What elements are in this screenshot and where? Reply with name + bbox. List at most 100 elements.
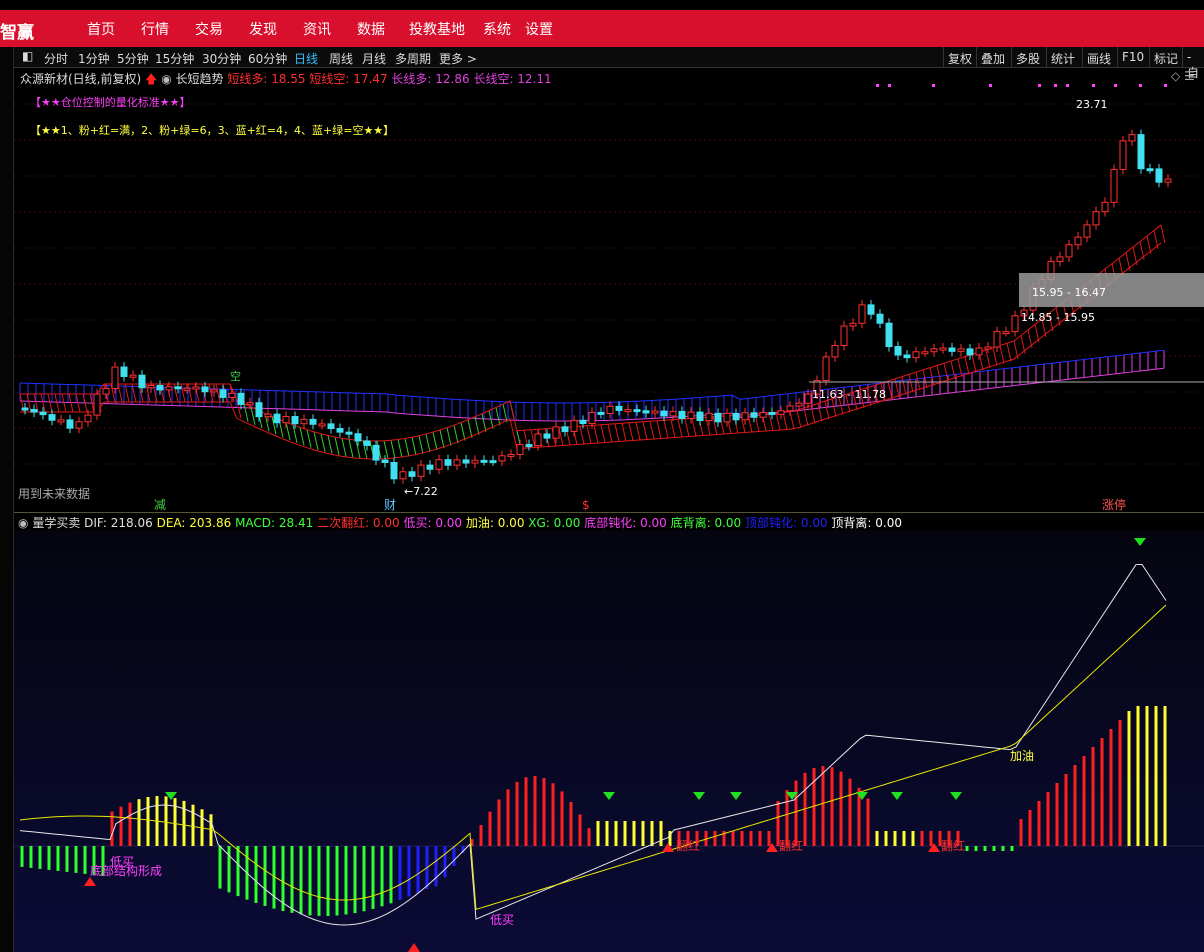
candle-body [696,411,704,422]
sub-legend-item: 低买: 0.00 [399,516,463,530]
candle-body [687,411,695,419]
short-band-bar [187,383,193,403]
candle-body [831,345,839,358]
menu-education[interactable]: 投教基地 [409,19,465,39]
candle-body [1128,134,1136,142]
signal-dot [932,84,935,87]
sell-signal-icon [693,792,705,800]
price-high-label: 23.71 [1076,98,1108,111]
candle-body [741,412,749,421]
signal-dot [1092,84,1095,87]
candle-body [948,347,956,352]
btn-f10[interactable]: F10 [1117,47,1148,68]
period-daily[interactable]: 日线 [294,50,318,67]
short-band-bar [789,411,795,430]
candle-body [786,405,794,412]
menu-discover[interactable]: 发现 [249,19,277,39]
candle-body [966,348,974,356]
menu-market[interactable]: 行情 [141,19,169,39]
period-1min[interactable]: 1分钟 [78,50,110,67]
sub-legend-item: 顶背离: 0.00 [827,516,903,530]
short-band-bar [299,427,305,446]
menu-system[interactable]: 系统 [483,19,511,39]
candle-body [246,402,254,406]
candle-body [912,351,920,359]
panel-toggle-icon[interactable]: ◧ [22,49,33,63]
period-multi[interactable]: 多周期 [395,50,431,67]
period-intraday[interactable]: 分时 [44,50,68,67]
candle-body [480,459,488,463]
candle-body [318,423,326,427]
candle-body [1056,256,1064,262]
btn-multi-stock[interactable]: 多股 [1011,47,1044,68]
zone-label-2: 14.85 - 15.95 [1021,311,1095,324]
candle-body [111,366,119,389]
candle-body [705,412,713,422]
btn-auto[interactable]: -自 [1182,47,1204,80]
short-band-bar [943,363,949,382]
left-side-strip [0,47,14,952]
menu-settings[interactable]: 设置 [525,19,553,39]
period-5min[interactable]: 5分钟 [117,50,149,67]
sub-legend-item: XG: 0.00 [524,516,581,530]
candle-body [804,393,812,404]
macd-panel[interactable]: 低买 底部结构形成 低买 翻红 翻红 翻红 加油 [14,530,1204,952]
candle-body [759,411,767,418]
candle-body [507,453,515,457]
candle-body [237,392,245,405]
candle-body [120,366,128,377]
candle-body [408,471,416,477]
period-60min[interactable]: 60分钟 [248,50,287,67]
period-more[interactable]: 更多 > [439,50,477,67]
short-band-bar [936,365,942,384]
candle-body [147,384,155,389]
sub-legend-item: DIF: 218.06 [84,516,153,530]
short-band-bar [320,433,326,452]
candle-body [183,387,191,391]
period-monthly[interactable]: 月线 [362,50,386,67]
candle-body [732,412,740,421]
period-more-label: 更多 [439,52,464,66]
sub-indicator-name[interactable]: 量学买卖 [32,516,80,530]
candle-body [534,433,542,447]
low-buy-label-2: 低买 [490,913,514,927]
candle-body [21,407,29,411]
btn-draw[interactable]: 画线 [1082,47,1115,68]
buy-signal-icon [408,943,420,952]
menu-news[interactable]: 资讯 [303,19,331,39]
menu-trade[interactable]: 交易 [195,19,223,39]
btn-mark[interactable]: 标记 [1149,47,1182,68]
short-band-bar [670,419,676,438]
short-band-bar [243,403,249,422]
period-weekly[interactable]: 周线 [329,50,353,67]
short-band-bar [348,439,354,458]
btn-statistics[interactable]: 统计 [1046,47,1079,68]
candle-body [354,433,362,442]
short-band-bar [803,407,809,426]
period-15min[interactable]: 15分钟 [155,50,194,67]
short-band-bar [446,427,452,446]
candle-body [291,416,299,425]
kline-panel[interactable]: 众源新材(日线,前复权) 🡅 ◉ 长短趋势 短线多: 18.55 短线空: 17… [14,68,1204,512]
candle-body [210,389,218,393]
menu-data[interactable]: 数据 [357,19,385,39]
short-band-bar [642,421,648,440]
bottom-structure-label: 底部结构形成 [90,863,162,878]
menu-home[interactable]: 首页 [87,19,115,39]
short-band-bar [1160,224,1166,244]
chevron-down-icon[interactable]: ◉ [18,516,28,530]
candle-body [453,459,461,466]
short-band-bar [439,429,445,449]
candle-body [300,418,308,425]
short-band-bar [460,422,466,441]
candle-body [876,313,884,324]
btn-adjust[interactable]: 复权 [943,47,976,68]
period-toolbar: ◧ 分时 1分钟 5分钟 15分钟 30分钟 60分钟 日线 周线 月线 多周期… [14,47,1204,80]
candle-body [525,444,533,448]
candle-body [228,392,236,398]
candle-body [93,393,101,416]
period-30min[interactable]: 30分钟 [202,50,241,67]
candle-body [372,444,380,461]
short-band-bar [334,436,340,456]
btn-overlay[interactable]: 叠加 [976,47,1009,68]
